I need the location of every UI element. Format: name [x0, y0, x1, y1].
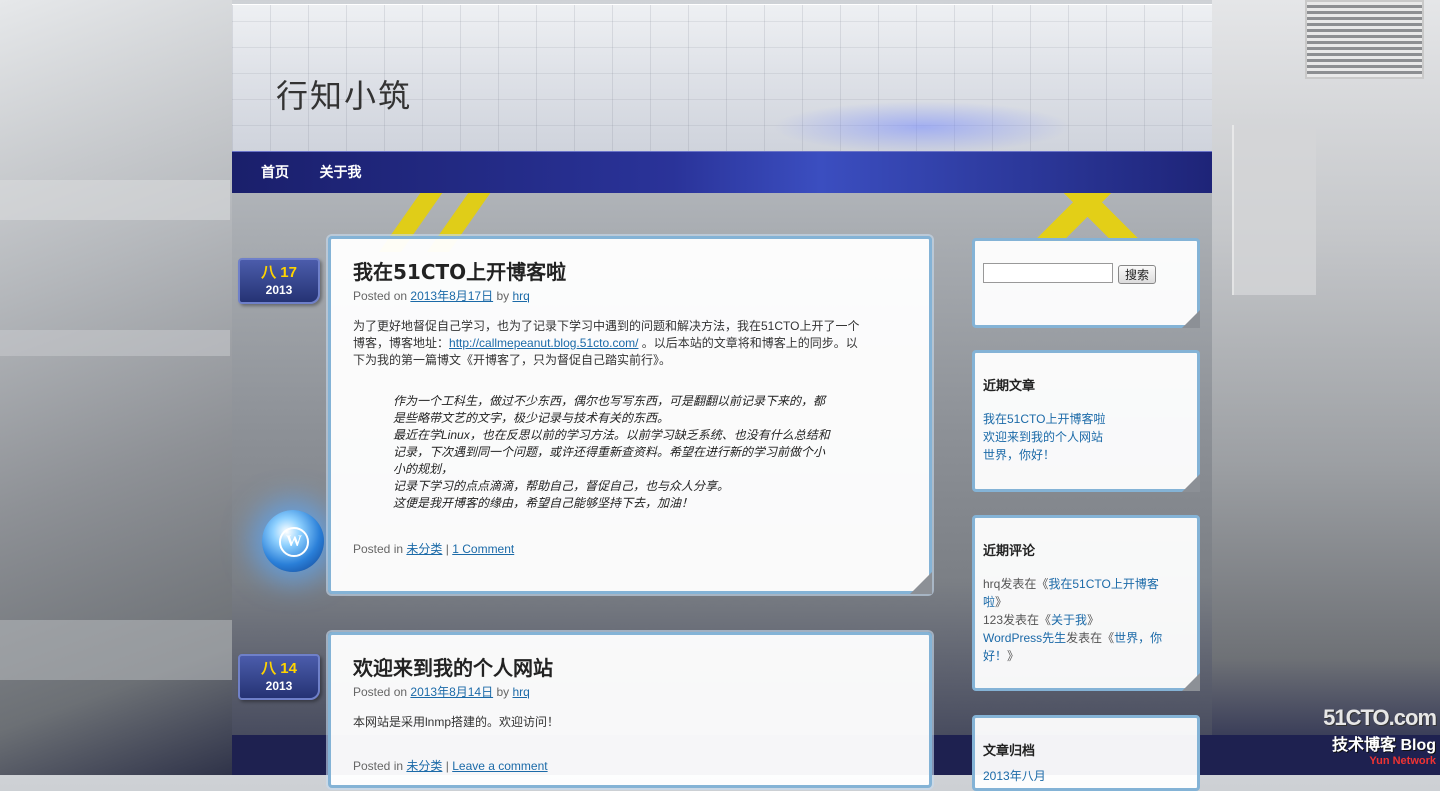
background-right	[1212, 0, 1440, 775]
post-meta: Posted on 2013年8月17日 by hrq	[353, 289, 530, 303]
search-button[interactable]: 搜索	[1118, 265, 1157, 284]
post-body: 为了更好地督促自己学习，也为了记录下学习中遇到的问题和解决方法，我在51CTO上…	[353, 319, 860, 367]
recent-posts-widget: 近期文章 我在51CTO上开博客啦 欢迎来到我的个人网站 世界，你好！	[972, 350, 1200, 492]
category-link[interactable]: 未分类	[406, 759, 442, 773]
main-nav: 首页 关于我	[232, 151, 1212, 193]
search-widget: 搜索	[972, 238, 1200, 328]
date-year: 2013	[265, 283, 293, 297]
post-card: 欢迎来到我的个人网站 Posted on 2013年8月14日 by hrq 本…	[328, 632, 932, 788]
post-footer: Posted in 未分类 | Leave a comment	[353, 759, 548, 773]
post-meta: Posted on 2013年8月14日 by hrq	[353, 685, 530, 699]
date-month: 八	[261, 264, 277, 281]
widget-title: 近期文章	[983, 378, 1036, 393]
vent-decoration	[1305, 0, 1424, 79]
site-title[interactable]: 行知小筑	[276, 71, 412, 117]
archives-widget: 文章归档 2013年八月	[972, 715, 1200, 791]
post-quote: 作为一个工科生，做过不少东西，偶尔也写写东西，可是翻翻以前记录下来的，都 是些略…	[393, 394, 830, 510]
date-day: 17	[280, 264, 297, 281]
comment-post-link[interactable]: 世界，你	[1114, 631, 1162, 645]
comment-post-link[interactable]: 啦	[983, 595, 995, 609]
pillar-decoration	[1232, 125, 1316, 295]
nav-item-home[interactable]: 首页	[248, 152, 302, 192]
background-left	[0, 0, 232, 775]
date-badge: 八 14 2013	[238, 654, 320, 700]
post-date-link[interactable]: 2013年8月14日	[410, 685, 493, 699]
wordpress-orb-icon: W	[262, 510, 324, 572]
site-header: 行知小筑	[232, 4, 1212, 152]
watermark-logo: 51CTO.com 技术博客 Blog Yun Network	[1323, 705, 1437, 767]
category-link[interactable]: 未分类	[406, 542, 442, 556]
post-title[interactable]: 欢迎来到我的个人网站	[353, 655, 929, 681]
comment-author-link[interactable]: WordPress先生	[983, 631, 1066, 645]
post-author-link[interactable]: hrq	[512, 289, 529, 303]
post-title[interactable]: 我在51CTO上开博客啦	[353, 259, 929, 285]
comments-link[interactable]: 1 Comment	[452, 542, 514, 556]
blog-url-link[interactable]: http://callmepeanut.blog.51cto.com/	[449, 336, 638, 350]
date-day: 14	[280, 660, 297, 677]
comment-item: hrq发表在《我在51CTO上开博客 啦》	[983, 577, 1159, 609]
comment-item: 123发表在《关于我》	[983, 613, 1100, 627]
widget-title: 近期评论	[983, 543, 1036, 558]
date-month: 八	[261, 660, 277, 677]
post-date-link[interactable]: 2013年8月17日	[410, 289, 493, 303]
widget-title: 文章归档	[983, 743, 1036, 758]
post-footer: Posted in 未分类 | 1 Comment	[353, 542, 515, 556]
search-input[interactable]	[983, 263, 1113, 283]
recent-post-link[interactable]: 欢迎来到我的个人网站	[983, 430, 1103, 444]
post-author-link[interactable]: hrq	[512, 685, 529, 699]
recent-post-link[interactable]: 世界，你好！	[983, 448, 1055, 462]
comment-post-link[interactable]: 关于我	[1051, 613, 1087, 627]
post-card: 我在51CTO上开博客啦 Posted on 2013年8月17日 by hrq…	[328, 236, 932, 594]
comment-post-link[interactable]: 我在51CTO上开博客	[1048, 577, 1158, 591]
recent-post-link[interactable]: 我在51CTO上开博客啦	[983, 412, 1105, 426]
comments-link[interactable]: Leave a comment	[452, 759, 547, 773]
comment-post-link[interactable]: 好！	[983, 649, 1007, 663]
comment-item: WordPress先生发表在《世界，你 好！》	[983, 631, 1163, 663]
date-year: 2013	[265, 679, 293, 693]
archive-link[interactable]: 2013年八月	[983, 769, 1046, 783]
post-body: 本网站是采用lnmp搭建的。欢迎访问！	[353, 715, 560, 729]
date-badge: 八 17 2013	[238, 258, 320, 304]
recent-comments-widget: 近期评论 hrq发表在《我在51CTO上开博客 啦》 123发表在《关于我》 W…	[972, 515, 1200, 691]
nav-item-about[interactable]: 关于我	[306, 152, 374, 192]
v-decoration	[1015, 192, 1160, 242]
